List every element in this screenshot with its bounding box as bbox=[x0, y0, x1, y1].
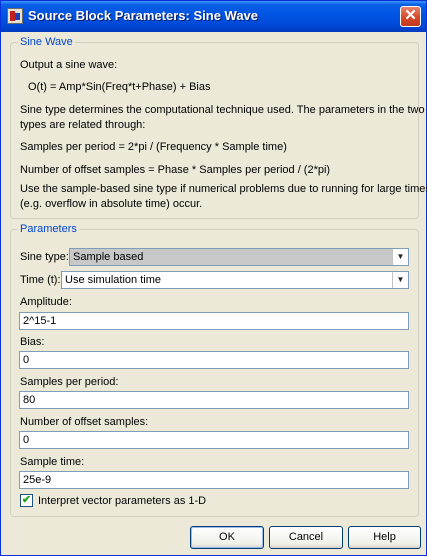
description-line: Output a sine wave: bbox=[20, 59, 118, 71]
interpret-vector-checkbox[interactable]: ✔ bbox=[20, 494, 33, 507]
samples-per-period-field[interactable]: 80 bbox=[19, 391, 409, 409]
offset-samples-field[interactable]: 0 bbox=[19, 431, 409, 449]
window-title: Source Block Parameters: Sine Wave bbox=[28, 8, 259, 23]
close-icon: ✕ bbox=[404, 7, 417, 24]
chevron-down-icon[interactable]: ▼ bbox=[392, 272, 408, 288]
close-button[interactable]: ✕ bbox=[400, 6, 421, 27]
time-value: Use simulation time bbox=[65, 274, 161, 286]
parameters-group-title: Parameters bbox=[20, 223, 77, 235]
interpret-vector-label[interactable]: Interpret vector parameters as 1-D bbox=[38, 495, 206, 507]
chevron-down-icon[interactable]: ▼ bbox=[392, 249, 408, 265]
description-line: Samples per period = 2*pi / (Frequency *… bbox=[20, 141, 287, 153]
description-line: Number of offset samples = Phase * Sampl… bbox=[20, 164, 331, 176]
description-line: Sine type determines the computational t… bbox=[20, 104, 425, 116]
sine-type-value: Sample based bbox=[73, 251, 144, 263]
description-line: Use the sample-based sine type if numeri… bbox=[20, 183, 427, 195]
samples-per-period-label: Samples per period: bbox=[20, 376, 119, 388]
sample-time-field[interactable]: 25e-9 bbox=[19, 471, 409, 489]
title-bar[interactable]: Source Block Parameters: Sine Wave ✕ bbox=[1, 1, 426, 32]
amplitude-field[interactable]: 2^15-1 bbox=[19, 312, 409, 330]
description-group-title: Sine Wave bbox=[20, 36, 73, 48]
checkmark-icon: ✔ bbox=[21, 494, 32, 506]
simulink-block-icon bbox=[7, 8, 23, 24]
sine-type-dropdown[interactable]: Sample based ▼ bbox=[69, 248, 409, 266]
dialog-window: Source Block Parameters: Sine Wave ✕ Sin… bbox=[0, 0, 427, 556]
description-line: types are related through: bbox=[20, 119, 146, 131]
time-label: Time (t): bbox=[20, 274, 61, 286]
description-line: (e.g. overflow in absolute time) occur. bbox=[20, 198, 203, 210]
cancel-button[interactable]: Cancel bbox=[269, 526, 343, 549]
sine-type-label: Sine type: bbox=[20, 251, 69, 263]
time-dropdown[interactable]: Use simulation time ▼ bbox=[61, 271, 409, 289]
bias-label: Bias: bbox=[20, 336, 45, 348]
offset-samples-label: Number of offset samples: bbox=[20, 416, 149, 428]
description-line: O(t) = Amp*Sin(Freq*t+Phase) + Bias bbox=[28, 81, 211, 93]
help-button[interactable]: Help bbox=[348, 526, 421, 549]
amplitude-label: Amplitude: bbox=[20, 296, 72, 308]
bias-field[interactable]: 0 bbox=[19, 351, 409, 369]
sample-time-label: Sample time: bbox=[20, 456, 85, 468]
ok-button[interactable]: OK bbox=[190, 526, 264, 549]
